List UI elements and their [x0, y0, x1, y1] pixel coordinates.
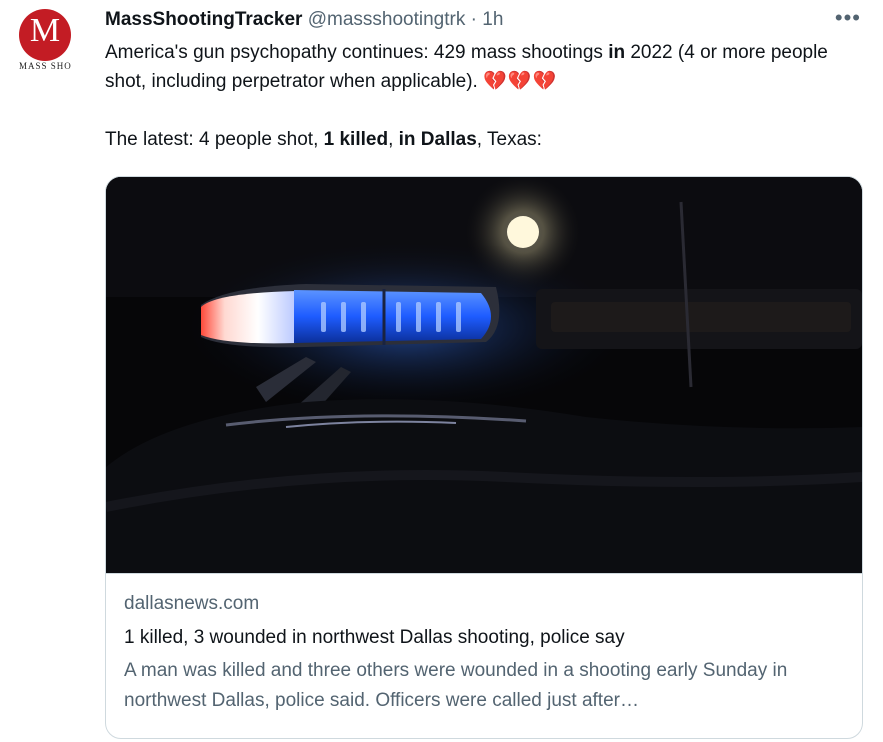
tweet-text: America's gun psychopathy continues: 429… [105, 38, 865, 154]
tweet-text-paragraph-1: America's gun psychopathy continues: 429… [105, 38, 865, 96]
text-bold-segment: in Dallas [398, 129, 477, 150]
author-handle[interactable]: @massshootingtrk [308, 9, 466, 30]
header-separator: · [470, 9, 477, 30]
more-options-icon[interactable]: ••• [835, 7, 861, 29]
text-segment: , Texas: [476, 129, 542, 150]
author-avatar[interactable]: M MASS SHOO [19, 9, 71, 71]
text-bold-segment: 1 killed [323, 129, 389, 150]
broken-heart-emoji-icon: 💔💔💔 [483, 71, 558, 92]
tweet-text-paragraph-2: The latest: 4 people shot, 1 killed, in … [105, 125, 865, 154]
avatar-letter: M [29, 12, 61, 49]
card-description: A man was killed and three others were w… [124, 660, 788, 711]
card-info[interactable]: dallasnews.com 1 killed, 3 wounded in no… [106, 573, 862, 738]
tweet-timestamp[interactable]: 1h [482, 9, 503, 30]
text-bold-segment: in [608, 42, 626, 63]
card-domain: dallasnews.com [124, 593, 260, 614]
author-name[interactable]: MassShootingTracker [105, 9, 302, 30]
text-segment: , [388, 129, 399, 150]
police-light-bar-image[interactable] [106, 177, 862, 573]
link-preview-card[interactable]: dallasnews.com 1 killed, 3 wounded in no… [105, 176, 863, 739]
avatar-caption: MASS SHOO [19, 61, 71, 71]
tweet-header: MassShootingTracker @massshootingtrk · 1… [105, 9, 503, 31]
card-image-graphic [106, 177, 862, 573]
text-segment: America's gun psychopathy continues: 429… [105, 42, 609, 63]
card-title: 1 killed, 3 wounded in northwest Dallas … [124, 627, 625, 648]
text-segment: The latest: 4 people shot, [105, 129, 324, 150]
